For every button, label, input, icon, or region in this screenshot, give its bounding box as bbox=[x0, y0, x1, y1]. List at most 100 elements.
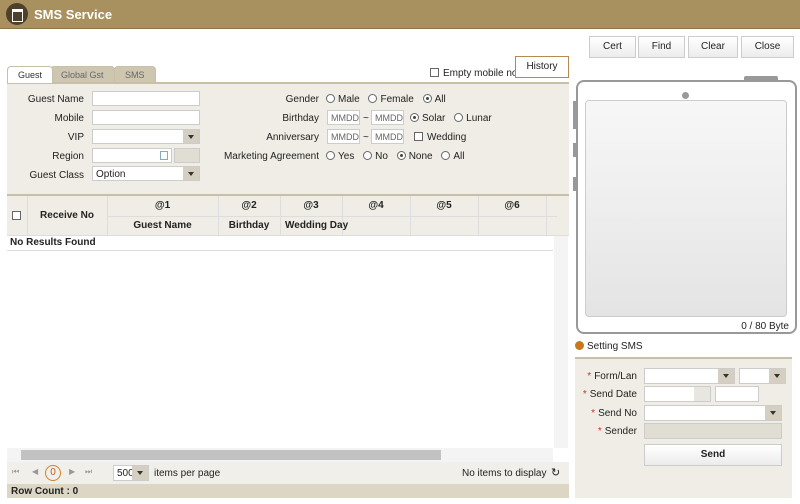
chevron-down-icon bbox=[183, 130, 199, 143]
wedding-label: Wedding bbox=[427, 132, 467, 143]
close-button[interactable]: Close bbox=[741, 36, 794, 58]
row-count: Row Count : 0 bbox=[7, 484, 569, 498]
setting-sms-panel: * Form/Lan * Send Date * Send No * Sender Se… bbox=[575, 357, 792, 498]
form-lan-label: Form/Lan bbox=[594, 371, 637, 382]
chevron-down-icon bbox=[769, 369, 785, 383]
mobile-input[interactable] bbox=[92, 110, 200, 125]
radio-solar[interactable] bbox=[410, 113, 419, 122]
chevron-down-icon bbox=[132, 466, 148, 480]
col-slot-5: @5 bbox=[436, 200, 452, 211]
none-label: None bbox=[408, 151, 433, 162]
calendar-icon[interactable] bbox=[694, 387, 710, 401]
tab-guest[interactable]: Guest bbox=[7, 66, 54, 83]
birthday-label: Birthday bbox=[282, 113, 319, 124]
next-page-icon[interactable]: ▶ bbox=[69, 467, 75, 476]
clear-button[interactable]: Clear bbox=[688, 36, 738, 58]
language-select[interactable] bbox=[739, 368, 786, 384]
all-marketing-label: All bbox=[453, 151, 465, 162]
gender-radio-group: Male Female All bbox=[320, 94, 446, 105]
last-page-icon[interactable]: ⏭ bbox=[85, 467, 92, 477]
section-bullet-icon bbox=[575, 341, 584, 350]
cert-button[interactable]: Cert bbox=[589, 36, 636, 58]
gender-label: Gender bbox=[285, 94, 319, 105]
find-button[interactable]: Find bbox=[638, 36, 685, 58]
history-button[interactable]: History bbox=[515, 56, 569, 78]
radio-none[interactable] bbox=[396, 151, 406, 160]
wedding-checkbox[interactable]: Wedding bbox=[414, 132, 466, 143]
select-all-checkbox[interactable] bbox=[12, 211, 21, 220]
pager: ⏮ ◀ 0 ▶ ⏭ 500 items per page No items to… bbox=[7, 462, 569, 484]
setting-sms-title: Setting SMS bbox=[587, 341, 643, 352]
send-date-label: Send Date bbox=[589, 389, 637, 400]
region-label: Region bbox=[52, 151, 84, 162]
mobile-label: Mobile bbox=[54, 113, 84, 124]
radio-female[interactable] bbox=[368, 94, 378, 103]
female-label: Female bbox=[380, 94, 414, 105]
chevron-down-icon bbox=[183, 167, 199, 180]
anniversary-label: Anniversary bbox=[266, 132, 319, 143]
empty-mobile-label: Empty mobile no bbox=[443, 68, 518, 79]
send-no-select[interactable] bbox=[644, 405, 782, 421]
chevron-down-icon bbox=[718, 369, 734, 383]
send-no-label: Send No bbox=[598, 408, 637, 419]
region-input[interactable] bbox=[92, 148, 172, 163]
chevron-down-icon bbox=[765, 406, 781, 420]
radio-all[interactable] bbox=[422, 94, 432, 103]
lunar-label: Lunar bbox=[466, 113, 492, 124]
yes-label: Yes bbox=[338, 151, 355, 162]
first-page-icon[interactable]: ⏮ bbox=[12, 467, 19, 477]
col-guest-name[interactable]: Guest Name bbox=[107, 220, 218, 231]
page-size-select[interactable]: 500 bbox=[113, 465, 149, 481]
radio-all-marketing[interactable] bbox=[441, 151, 451, 160]
col-birthday[interactable]: Birthday bbox=[218, 220, 280, 231]
guest-class-label: Guest Class bbox=[29, 170, 84, 181]
form-select[interactable] bbox=[644, 368, 735, 384]
tab-global-gst[interactable]: Global Gst bbox=[50, 66, 115, 82]
send-time-input[interactable] bbox=[715, 386, 759, 402]
current-page[interactable]: 0 bbox=[45, 465, 61, 481]
radio-no[interactable] bbox=[363, 151, 373, 160]
col-receive-no[interactable]: Receive No bbox=[27, 210, 107, 221]
no-results-text: No Results Found bbox=[10, 237, 96, 248]
anniversary-from-input[interactable]: MMDD bbox=[327, 129, 360, 144]
anniversary-to-input[interactable]: MMDD bbox=[371, 129, 404, 144]
range-tilde: ~ bbox=[363, 113, 369, 124]
no-label: No bbox=[375, 151, 388, 162]
all-label: All bbox=[434, 94, 446, 105]
tab-sms[interactable]: SMS bbox=[114, 66, 156, 82]
send-button[interactable]: Send bbox=[644, 444, 782, 466]
refresh-icon[interactable]: ↻ bbox=[551, 466, 560, 479]
guest-class-select[interactable]: Option bbox=[92, 166, 200, 181]
radio-male[interactable] bbox=[326, 94, 335, 103]
region-name-field bbox=[174, 148, 200, 163]
guest-class-value: Option bbox=[96, 169, 126, 180]
prev-page-icon[interactable]: ◀ bbox=[32, 467, 38, 476]
radio-lunar[interactable] bbox=[454, 113, 464, 122]
guest-name-label: Guest Name bbox=[27, 94, 84, 105]
search-icon[interactable] bbox=[160, 151, 168, 160]
vip-select[interactable] bbox=[92, 129, 200, 144]
radio-yes[interactable] bbox=[326, 151, 335, 160]
sms-message-textarea[interactable] bbox=[585, 100, 787, 317]
horizontal-scrollbar[interactable] bbox=[7, 448, 553, 462]
vertical-scrollbar[interactable] bbox=[554, 236, 568, 448]
male-label: Male bbox=[338, 94, 360, 105]
col-slot-1: @1 bbox=[154, 200, 171, 211]
col-slot-4: @4 bbox=[368, 200, 384, 211]
col-slot-3: @3 bbox=[303, 200, 319, 211]
camera-icon bbox=[682, 92, 689, 99]
guest-name-input[interactable] bbox=[92, 91, 200, 106]
grid-header: Receive No @1 @2 @3 @4 @5 @6 Guest Name … bbox=[7, 194, 569, 236]
send-date-input[interactable] bbox=[644, 386, 711, 402]
birthday-to-input[interactable]: MMDD bbox=[371, 110, 404, 125]
sender-field bbox=[644, 423, 782, 439]
scrollbar-thumb[interactable] bbox=[21, 450, 441, 460]
sender-label: Sender bbox=[604, 426, 637, 437]
solar-label: Solar bbox=[422, 113, 446, 124]
empty-mobile-checkbox[interactable]: Empty mobile no bbox=[430, 68, 517, 79]
window-icon bbox=[6, 3, 28, 25]
col-wedding-day[interactable]: Wedding Day bbox=[280, 220, 350, 231]
birthday-from-input[interactable]: MMDD bbox=[327, 110, 360, 125]
pager-status: No items to display bbox=[462, 468, 547, 479]
vip-label: VIP bbox=[67, 132, 84, 143]
